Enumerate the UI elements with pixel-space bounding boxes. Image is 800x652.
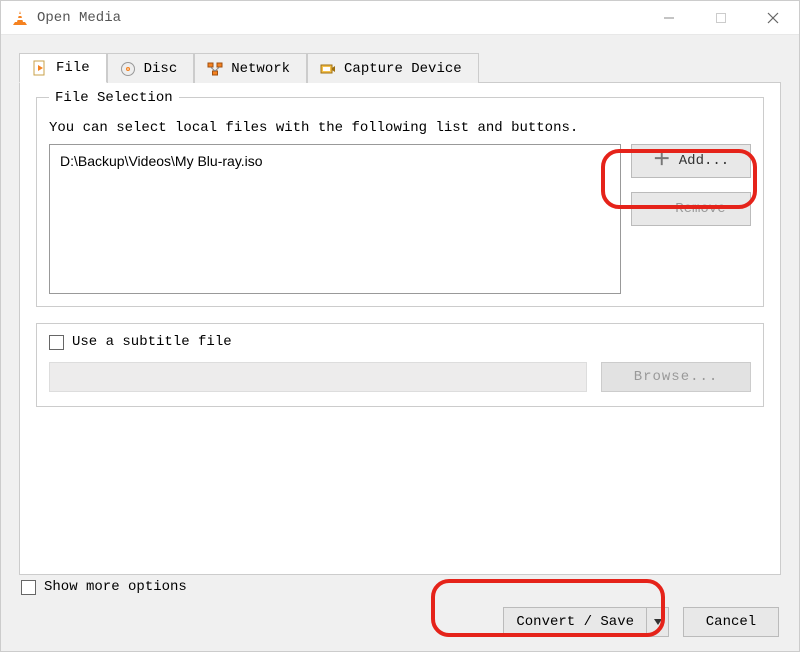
minus-icon: ━ xyxy=(656,200,667,218)
remove-button[interactable]: ━ Remove xyxy=(631,192,751,226)
window-title: Open Media xyxy=(37,10,643,26)
cancel-label: Cancel xyxy=(706,614,756,630)
titlebar: Open Media xyxy=(1,1,799,35)
file-selection-legend: File Selection xyxy=(49,90,179,106)
file-list[interactable]: D:\Backup\Videos\My Blu-ray.iso xyxy=(49,144,621,294)
cancel-button[interactable]: Cancel xyxy=(683,607,779,637)
subtitle-group: Use a subtitle file Browse... xyxy=(36,323,764,407)
tab-capture[interactable]: Capture Device xyxy=(307,53,479,83)
network-tab-icon xyxy=(207,61,223,77)
file-selection-group: File Selection You can select local file… xyxy=(36,97,764,307)
convert-save-button[interactable]: Convert / Save xyxy=(503,607,669,637)
more-options-checkbox[interactable] xyxy=(21,580,36,595)
minimize-button[interactable] xyxy=(643,1,695,34)
dropdown-arrow[interactable] xyxy=(646,608,668,636)
tab-network[interactable]: Network xyxy=(194,53,307,83)
add-button-label: Add... xyxy=(679,153,729,169)
tab-label: Disc xyxy=(144,61,178,77)
file-tab-icon xyxy=(32,60,48,76)
capture-tab-icon xyxy=(320,61,336,77)
remove-button-label: Remove xyxy=(675,201,725,217)
add-button[interactable]: ＋ Add... xyxy=(631,144,751,178)
convert-save-label: Convert / Save xyxy=(504,608,646,636)
close-button[interactable] xyxy=(747,1,799,34)
tab-panel: File Selection You can select local file… xyxy=(19,82,781,575)
file-selection-instruction: You can select local files with the foll… xyxy=(49,120,751,136)
subtitle-label: Use a subtitle file xyxy=(72,334,232,350)
browse-button: Browse... xyxy=(601,362,751,392)
plus-icon: ＋ xyxy=(653,152,671,170)
browse-label: Browse... xyxy=(634,369,719,385)
maximize-button[interactable] xyxy=(695,1,747,34)
tab-label: File xyxy=(56,60,90,76)
tab-bar: File Disc Network xyxy=(19,53,781,83)
vlc-cone-icon xyxy=(11,10,29,26)
disc-tab-icon xyxy=(120,61,136,77)
tab-label: Network xyxy=(231,61,290,77)
open-media-window: Open Media File xyxy=(0,0,800,652)
tab-disc[interactable]: Disc xyxy=(107,53,195,83)
tab-label: Capture Device xyxy=(344,61,462,77)
tab-file[interactable]: File xyxy=(19,53,107,83)
subtitle-path-input xyxy=(49,362,587,392)
chevron-down-icon xyxy=(654,619,662,625)
file-list-item[interactable]: D:\Backup\Videos\My Blu-ray.iso xyxy=(60,153,610,169)
subtitle-checkbox[interactable] xyxy=(49,335,64,350)
more-options-label: Show more options xyxy=(44,579,187,595)
